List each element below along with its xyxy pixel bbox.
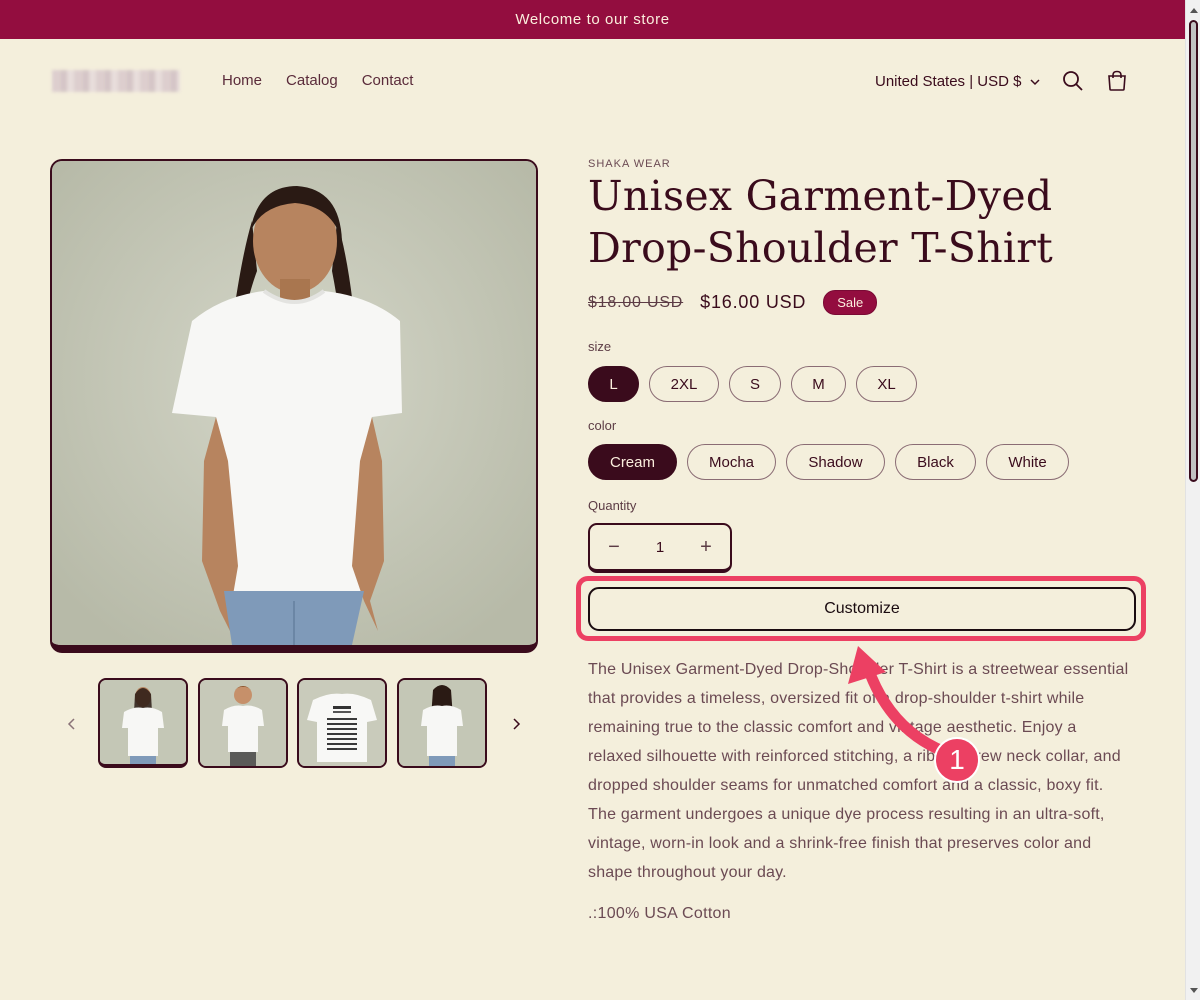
nav-contact[interactable]: Contact xyxy=(362,72,414,89)
color-label: color xyxy=(588,418,617,433)
product-vendor: SHAKA WEAR xyxy=(588,158,671,170)
quantity-decrease-button[interactable]: − xyxy=(606,536,622,559)
size-option-s[interactable]: S xyxy=(729,366,781,402)
size-label: size xyxy=(588,339,612,354)
color-option-cream[interactable]: Cream xyxy=(588,444,677,480)
product-description: The Unisex Garment-Dyed Drop-Shoulder T-… xyxy=(588,661,1129,881)
store-logo[interactable] xyxy=(52,70,180,92)
main-nav: Home Catalog Contact xyxy=(222,72,413,89)
scroll-up-icon[interactable] xyxy=(1186,2,1200,17)
quantity-label: Quantity xyxy=(588,498,637,513)
scrollbar-thumb[interactable] xyxy=(1189,20,1198,482)
sale-badge: Sale xyxy=(823,290,878,315)
quantity-stepper: − 1 + xyxy=(588,523,732,573)
page-scrollbar[interactable] xyxy=(1185,0,1200,1000)
announcement-text: Welcome to our store xyxy=(515,11,670,28)
product-material: .:100% USA Cotton xyxy=(588,905,731,922)
locale-selector[interactable]: United States | USD $ xyxy=(875,73,1040,90)
chevron-right-icon[interactable] xyxy=(506,714,526,734)
color-options: Cream Mocha Shadow Black White xyxy=(588,444,1069,480)
nav-home[interactable]: Home xyxy=(222,72,262,89)
thumbnail-slider xyxy=(60,678,540,770)
customize-button[interactable]: Customize xyxy=(588,587,1136,631)
regular-price: $18.00 USD xyxy=(588,293,684,311)
color-option-white[interactable]: White xyxy=(986,444,1069,480)
site-header: Home Catalog Contact United States | USD… xyxy=(0,39,1185,123)
color-option-shadow[interactable]: Shadow xyxy=(786,444,885,480)
price-row: $18.00 USD $16.00 USD Sale xyxy=(588,290,878,315)
locale-label: United States | USD $ xyxy=(875,73,1022,90)
chevron-left-icon[interactable] xyxy=(62,714,82,734)
thumbnail-1[interactable] xyxy=(98,678,188,768)
size-options: L 2XL S M XL xyxy=(588,366,917,402)
size-option-2xl[interactable]: 2XL xyxy=(649,366,719,402)
sale-price: $16.00 USD xyxy=(700,292,807,312)
thumbnail-4[interactable] xyxy=(397,678,487,768)
size-option-xl[interactable]: XL xyxy=(856,366,917,402)
size-option-m[interactable]: M xyxy=(791,366,846,402)
scroll-down-icon[interactable] xyxy=(1186,983,1200,998)
thumbnail-2[interactable] xyxy=(198,678,288,768)
quantity-value[interactable]: 1 xyxy=(656,539,664,556)
nav-catalog[interactable]: Catalog xyxy=(286,72,338,89)
color-option-mocha[interactable]: Mocha xyxy=(687,444,776,480)
cart-icon[interactable] xyxy=(1105,69,1129,93)
product-title: Unisex Garment-Dyed Drop-Shoulder T-Shir… xyxy=(588,172,1053,272)
chevron-down-icon xyxy=(1030,78,1040,85)
size-option-l[interactable]: L xyxy=(588,366,639,402)
color-option-black[interactable]: Black xyxy=(895,444,976,480)
quantity-increase-button[interactable]: + xyxy=(698,536,714,559)
product-main-image[interactable] xyxy=(50,159,538,653)
step-number-badge: 1 xyxy=(934,737,980,783)
search-icon[interactable] xyxy=(1061,69,1085,93)
announcement-bar: Welcome to our store xyxy=(0,0,1185,39)
thumbnail-3[interactable] xyxy=(297,678,387,768)
